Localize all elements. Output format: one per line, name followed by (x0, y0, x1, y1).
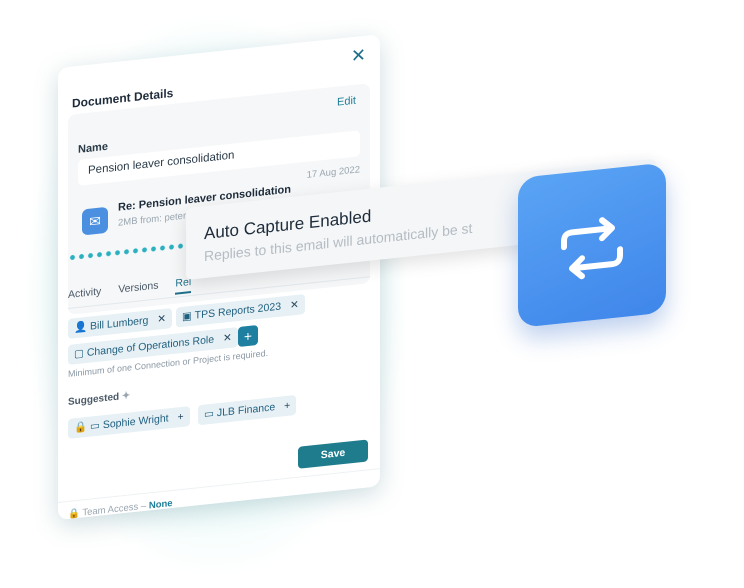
tab-activity[interactable]: Activity (68, 285, 101, 303)
chip-label: JLB Finance (216, 401, 276, 420)
remove-icon[interactable]: ✕ (157, 313, 166, 326)
add-icon[interactable]: + (284, 400, 290, 413)
edit-button[interactable]: Edit (337, 95, 356, 109)
chip-label: Bill Lumberg (90, 314, 149, 333)
lock-icon: 🔒 (74, 420, 88, 435)
sync-icon (561, 217, 623, 280)
suggested-label: Suggested ✦ (68, 390, 130, 408)
chip-label: Sophie Wright (102, 412, 169, 432)
suggested-text: Suggested (68, 391, 120, 408)
email-date: 17 Aug 2022 (306, 164, 360, 181)
folder-icon: ▣ (182, 309, 192, 323)
name-label: Name (78, 140, 108, 156)
document-details-panel: ✕ Document Details Edit Name Pension lea… (58, 34, 380, 521)
remove-icon[interactable]: ✕ (290, 299, 299, 312)
tab-versions[interactable]: Versions (118, 279, 158, 298)
close-icon[interactable]: ✕ (351, 45, 366, 67)
contact-card-icon: ▭ (204, 407, 214, 421)
add-icon[interactable]: + (178, 411, 184, 424)
person-icon: 👤 (74, 320, 88, 335)
contact-card-icon: ▭ (90, 419, 100, 433)
add-connection-button[interactable]: + (238, 324, 258, 348)
sync-tile (518, 162, 666, 328)
remove-icon[interactable]: ✕ (223, 332, 232, 345)
save-button[interactable]: Save (298, 439, 368, 469)
suggested-sophie-wright[interactable]: 🔒 ▭ Sophie Wright + (68, 406, 190, 439)
sparkle-icon: ✦ (121, 390, 131, 403)
mail-icon: ✉ (82, 206, 108, 236)
suggested-jlb-finance[interactable]: ▭ JLB Finance + (198, 394, 297, 426)
name-value: Pension leaver consolidation (88, 149, 235, 177)
chat-icon: ▢ (74, 347, 84, 361)
chip-label: TPS Reports 2023 (194, 300, 282, 322)
